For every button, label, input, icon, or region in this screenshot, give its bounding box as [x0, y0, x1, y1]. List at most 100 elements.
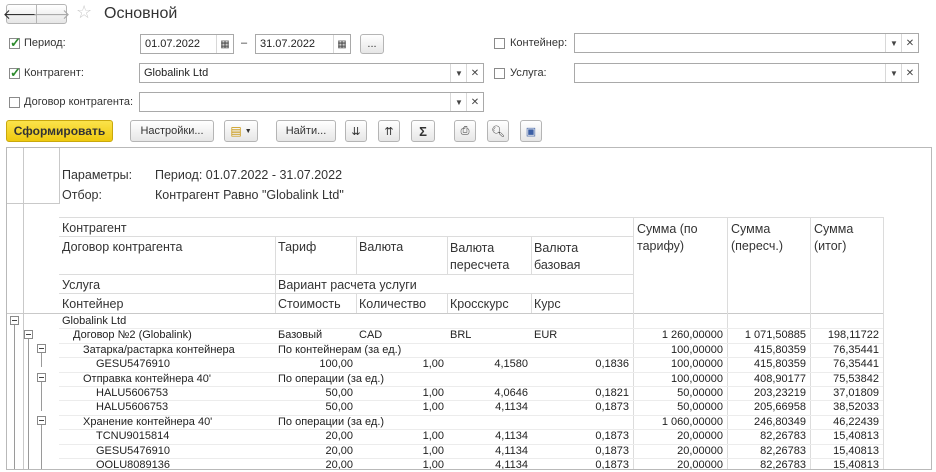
- chevron-down-icon[interactable]: ▼: [450, 93, 467, 111]
- collapse-toggle-icon[interactable]: [37, 373, 46, 382]
- row-cell[interactable]: 1,00: [356, 401, 444, 413]
- row-cell[interactable]: CAD: [359, 329, 382, 341]
- row-sum[interactable]: 82,26783: [727, 445, 806, 457]
- row-sum[interactable]: 76,35441: [810, 358, 879, 370]
- contract-field[interactable]: ▼ ✕: [139, 92, 484, 112]
- row-cell[interactable]: 1,00: [356, 430, 444, 442]
- row-cell[interactable]: 0,1836: [531, 358, 629, 370]
- row-sum[interactable]: 203,23219: [727, 387, 806, 399]
- row-sum[interactable]: 38,52033: [810, 401, 879, 413]
- row-cell[interactable]: 100,00: [275, 358, 353, 370]
- clear-icon[interactable]: ✕: [466, 93, 483, 111]
- row-cell[interactable]: 4,0646: [447, 387, 528, 399]
- row-sum[interactable]: 198,11722: [810, 329, 879, 341]
- row-sum[interactable]: 415,80359: [727, 358, 806, 370]
- row-sum[interactable]: 246,80349: [727, 416, 806, 428]
- row-cell[interactable]: 0,1873: [531, 459, 629, 469]
- clear-icon[interactable]: ✕: [901, 34, 918, 52]
- preview-button[interactable]: 🔍︎: [487, 120, 509, 142]
- row-label[interactable]: Отправка контейнера 40': [83, 373, 211, 385]
- star-icon[interactable]: ☆: [76, 2, 92, 23]
- row-sum[interactable]: 50,00000: [633, 387, 723, 399]
- row-cell[interactable]: 20,00: [275, 430, 353, 442]
- collapse-toggle-icon[interactable]: [37, 344, 46, 353]
- row-cell[interactable]: 0,1873: [531, 445, 629, 457]
- row-sum[interactable]: 415,80359: [727, 344, 806, 356]
- row-cell[interactable]: 4,1134: [447, 459, 528, 469]
- row-cell[interactable]: 1,00: [356, 387, 444, 399]
- settings-button[interactable]: Настройки...: [130, 120, 214, 142]
- row-sum[interactable]: 1 071,50885: [727, 329, 806, 341]
- row-label[interactable]: GESU5476910: [96, 445, 170, 457]
- save-button[interactable]: ▣: [520, 120, 542, 142]
- row-cell[interactable]: 50,00: [275, 401, 353, 413]
- row-cell[interactable]: 0,1821: [531, 387, 629, 399]
- row-sum[interactable]: 20,00000: [633, 430, 723, 442]
- row-sum[interactable]: 205,66958: [727, 401, 806, 413]
- print-button[interactable]: ⎙: [454, 120, 476, 142]
- row-cell[interactable]: 4,1134: [447, 430, 528, 442]
- service-checkbox[interactable]: [494, 68, 505, 79]
- container-field[interactable]: ▼ ✕: [574, 33, 919, 53]
- calendar-icon[interactable]: ▦: [216, 35, 233, 53]
- service-field[interactable]: ▼ ✕: [574, 63, 919, 83]
- calendar-icon[interactable]: ▦: [333, 35, 350, 53]
- report-spreadsheet[interactable]: Параметры: Период: 01.07.2022 - 31.07.20…: [6, 147, 932, 470]
- row-sum[interactable]: 82,26783: [727, 459, 806, 469]
- counterparty-checkbox[interactable]: [9, 65, 21, 81]
- row-sum[interactable]: 408,90177: [727, 373, 806, 385]
- row-cell[interactable]: По контейнерам (за ед.): [278, 344, 401, 356]
- sum-button[interactable]: Σ: [411, 120, 435, 142]
- container-checkbox[interactable]: [494, 38, 505, 49]
- collapse-toggle-icon[interactable]: [37, 416, 46, 425]
- row-label[interactable]: Затарка/растарка контейнера: [83, 344, 235, 356]
- row-cell[interactable]: 0,1873: [531, 430, 629, 442]
- row-cell[interactable]: 4,1134: [447, 401, 528, 413]
- row-label[interactable]: GESU5476910: [96, 358, 170, 370]
- row-label[interactable]: OOLU8089136: [96, 459, 170, 469]
- row-label[interactable]: Договор №2 (Globalink): [73, 329, 192, 341]
- row-sum[interactable]: 20,00000: [633, 459, 723, 469]
- row-label[interactable]: TCNU9015814: [96, 430, 169, 442]
- row-label[interactable]: Хранение контейнера 40': [83, 416, 212, 428]
- variant-button[interactable]: ▤ ▼: [224, 120, 258, 142]
- row-sum[interactable]: 15,40813: [810, 459, 879, 469]
- collapse-toggle-icon[interactable]: [10, 316, 19, 325]
- row-sum[interactable]: 1 060,00000: [633, 416, 723, 428]
- row-sum[interactable]: 100,00000: [633, 373, 723, 385]
- row-cell[interactable]: 50,00: [275, 387, 353, 399]
- clear-icon[interactable]: ✕: [466, 64, 483, 82]
- row-sum[interactable]: 46,22439: [810, 416, 879, 428]
- counterparty-field[interactable]: Globalink Ltd ▼ ✕: [139, 63, 484, 83]
- row-cell[interactable]: 4,1580: [447, 358, 528, 370]
- row-label[interactable]: HALU5606753: [96, 401, 168, 413]
- row-sum[interactable]: 37,01809: [810, 387, 879, 399]
- row-cell[interactable]: По операции (за ед.): [278, 416, 384, 428]
- row-label[interactable]: HALU5606753: [96, 387, 168, 399]
- row-sum[interactable]: 76,35441: [810, 344, 879, 356]
- collapse-toggle-icon[interactable]: [24, 330, 33, 339]
- row-sum[interactable]: 15,40813: [810, 430, 879, 442]
- period-to-field[interactable]: 31.07.2022 ▦: [255, 34, 351, 54]
- row-cell[interactable]: 20,00: [275, 445, 353, 457]
- row-cell[interactable]: EUR: [534, 329, 557, 341]
- row-label[interactable]: Globalink Ltd: [62, 315, 126, 327]
- chevron-down-icon[interactable]: ▼: [885, 34, 902, 52]
- chevron-down-icon[interactable]: ▼: [450, 64, 467, 82]
- row-cell[interactable]: BRL: [450, 329, 471, 341]
- contract-checkbox[interactable]: [9, 97, 20, 108]
- row-cell[interactable]: По операции (за ед.): [278, 373, 384, 385]
- row-sum[interactable]: 50,00000: [633, 401, 723, 413]
- generate-button[interactable]: Сформировать: [6, 120, 113, 142]
- expand-groups-button[interactable]: ⇊: [345, 120, 367, 142]
- find-button[interactable]: Найти...: [276, 120, 336, 142]
- chevron-down-icon[interactable]: ▼: [885, 64, 902, 82]
- row-cell[interactable]: 0,1873: [531, 401, 629, 413]
- row-sum[interactable]: 82,26783: [727, 430, 806, 442]
- row-sum[interactable]: 20,00000: [633, 445, 723, 457]
- collapse-groups-button[interactable]: ⇈: [378, 120, 400, 142]
- row-sum[interactable]: 75,53842: [810, 373, 879, 385]
- row-cell[interactable]: 4,1134: [447, 445, 528, 457]
- row-cell[interactable]: Базовый: [278, 329, 322, 341]
- clear-icon[interactable]: ✕: [901, 64, 918, 82]
